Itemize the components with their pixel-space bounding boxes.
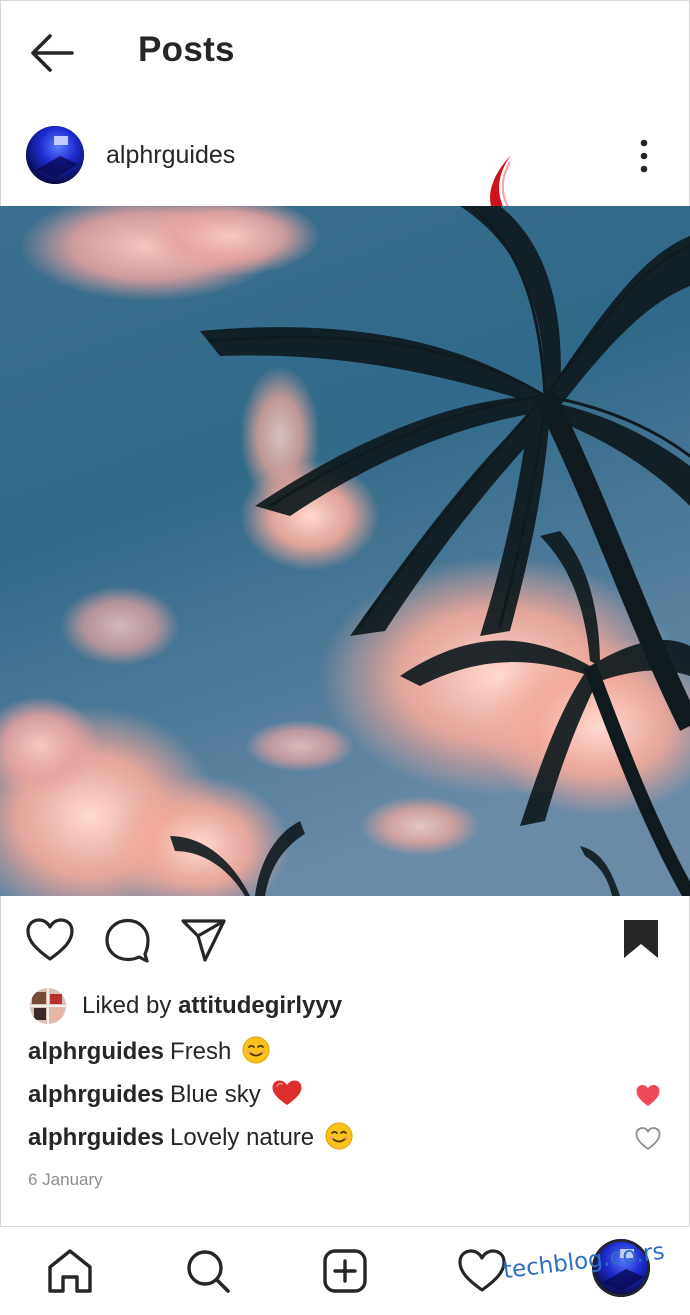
avatar-image	[26, 126, 84, 184]
plus-square-icon	[323, 1249, 367, 1293]
smiling-face-emoji-icon	[325, 1122, 353, 1150]
comment-username[interactable]: alphrguides	[28, 1081, 164, 1108]
comment-username[interactable]: alphrguides	[28, 1124, 164, 1151]
smiling-face-emoji-icon	[242, 1036, 270, 1064]
heart-outline-icon	[635, 1127, 661, 1151]
post-username[interactable]: alphrguides	[106, 141, 235, 170]
search-icon	[187, 1250, 230, 1293]
send-paper-plane-icon	[181, 919, 226, 962]
avatar[interactable]	[26, 126, 84, 184]
save-button[interactable]	[616, 916, 668, 964]
comment-row: alphrguides Blue sky	[28, 1079, 668, 1115]
comment-button[interactable]	[101, 916, 153, 964]
top-bar: Posts	[0, 0, 690, 104]
nav-new-post[interactable]	[319, 1245, 371, 1297]
comment-bubble-icon	[105, 918, 150, 963]
post-header: alphrguides	[0, 104, 690, 278]
liked-by-row[interactable]: Liked by attitudegirlyyy	[28, 986, 668, 1026]
comment-text: Fresh	[170, 1038, 232, 1065]
more-vertical-icon	[640, 139, 648, 173]
like-button[interactable]	[24, 916, 76, 964]
comment-like-button[interactable]	[635, 1083, 661, 1109]
comment-text: Lovely nature	[170, 1124, 315, 1151]
red-heart-emoji-icon	[272, 1080, 302, 1105]
liker-avatar[interactable]	[30, 988, 66, 1024]
nav-search[interactable]	[182, 1245, 234, 1297]
heart-outline-icon	[458, 1249, 506, 1292]
post-photo[interactable]	[0, 206, 690, 896]
comment-row: alphrguides Fresh	[28, 1036, 668, 1072]
heart-outline-icon	[26, 918, 74, 961]
liked-by-user[interactable]: attitudegirlyyy	[178, 992, 342, 1019]
page-title: Posts	[138, 30, 235, 69]
liked-by-prefix: Liked by	[82, 992, 172, 1019]
back-button[interactable]	[28, 30, 80, 76]
arrow-left-icon	[31, 34, 74, 72]
nav-activity[interactable]	[456, 1245, 508, 1297]
nav-home[interactable]	[44, 1245, 96, 1297]
more-options-button[interactable]	[628, 134, 660, 178]
comment-username[interactable]: alphrguides	[28, 1038, 164, 1065]
comment-row: alphrguides Lovely nature	[28, 1122, 668, 1158]
heart-filled-icon	[636, 1085, 660, 1106]
liked-by-text: Liked by attitudegirlyyy	[82, 992, 342, 1020]
liker-avatar-image	[30, 988, 66, 1024]
bookmark-filled-icon	[624, 920, 658, 958]
comment-like-button[interactable]	[635, 1126, 661, 1152]
palm-tree-sunset-photo	[0, 206, 690, 896]
share-button[interactable]	[178, 916, 230, 964]
post-date: 6 January	[28, 1170, 103, 1189]
comment-text: Blue sky	[170, 1081, 261, 1108]
home-icon	[48, 1249, 92, 1293]
post-actions	[0, 896, 690, 984]
